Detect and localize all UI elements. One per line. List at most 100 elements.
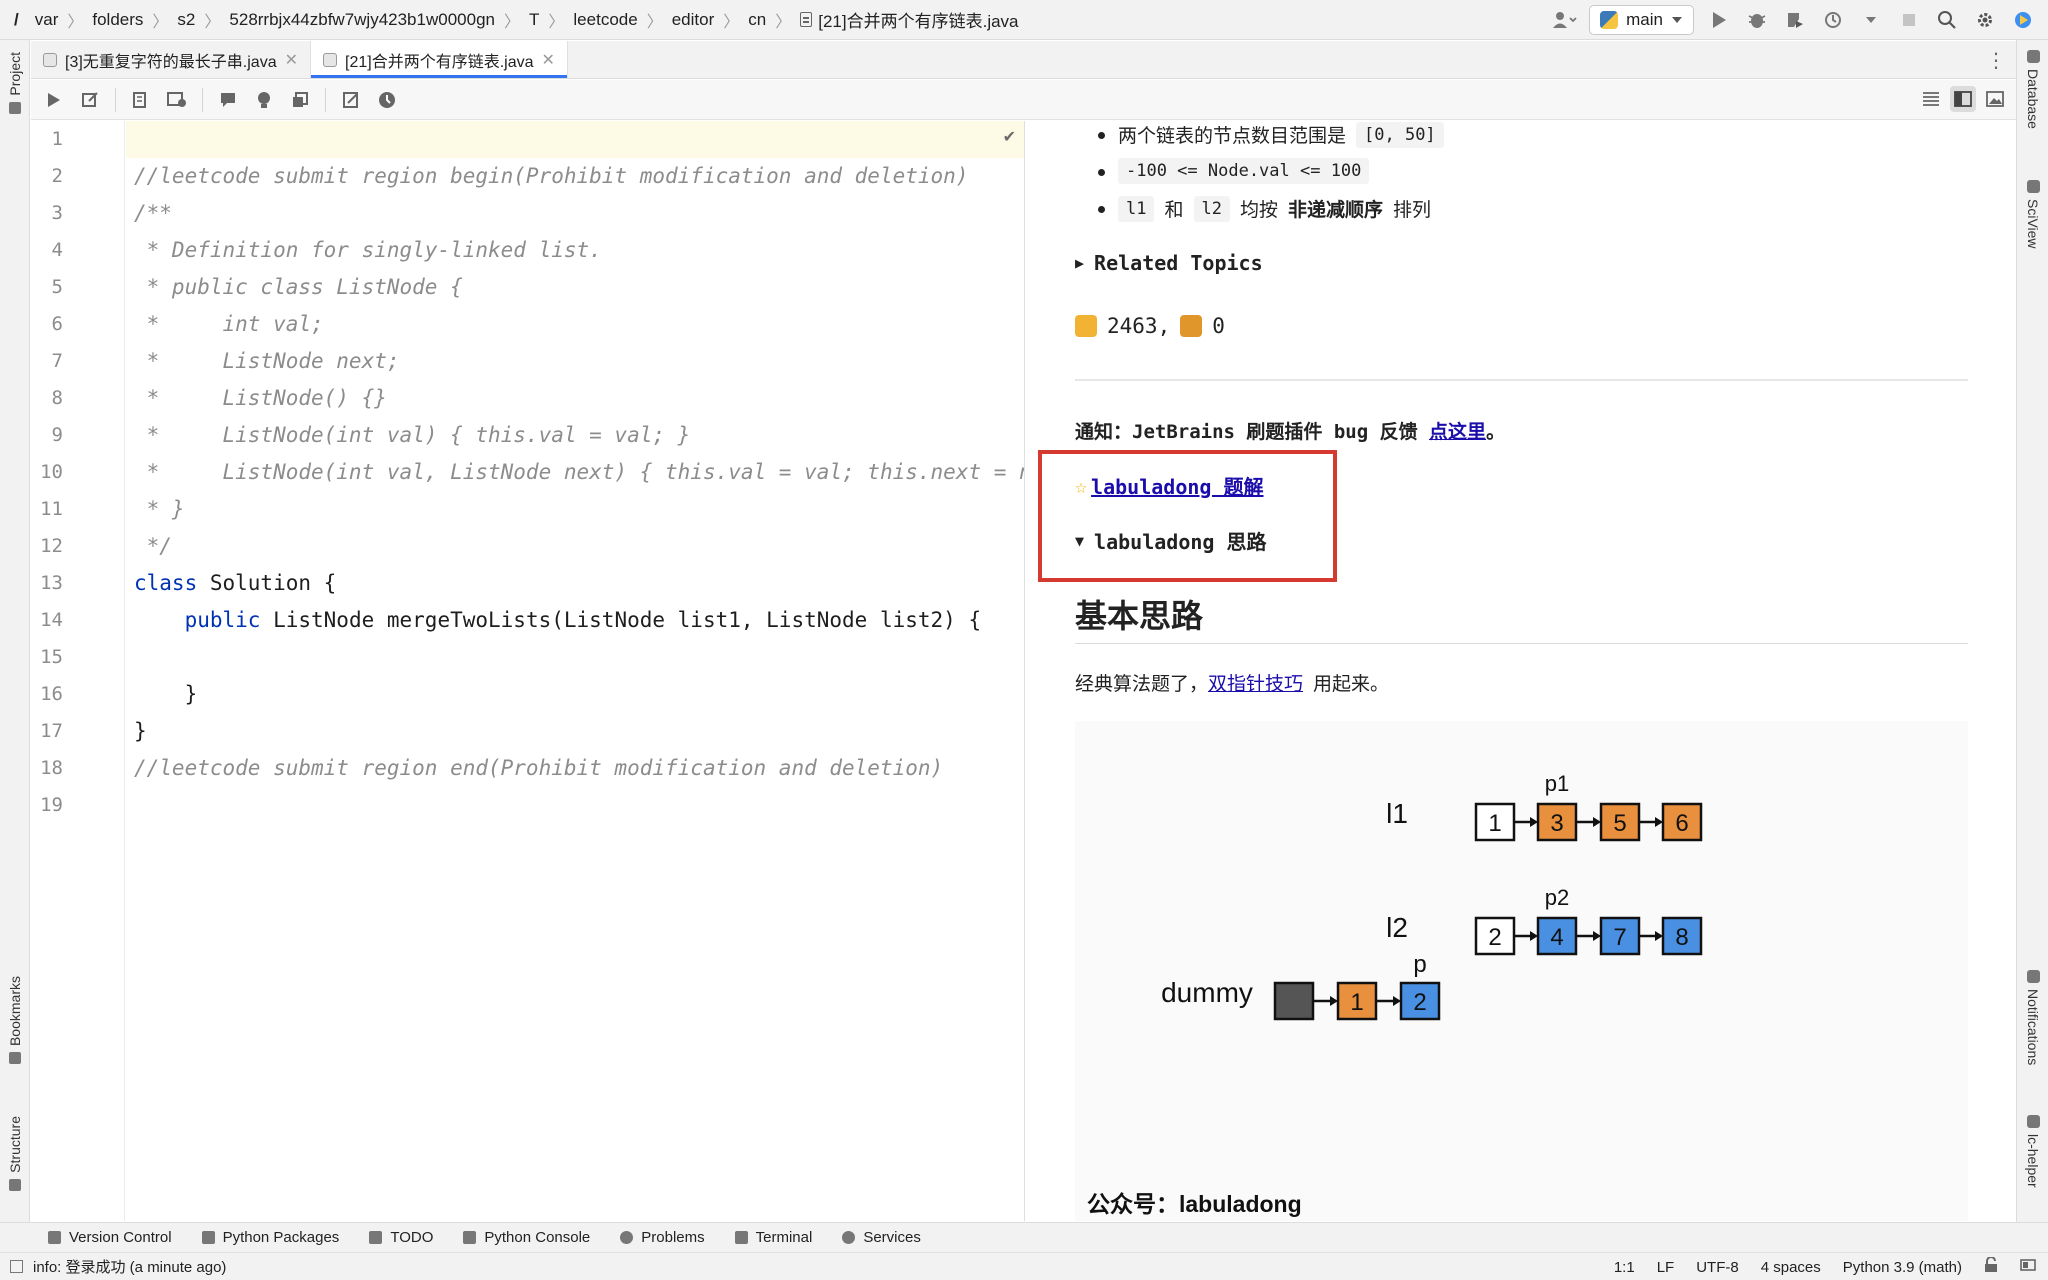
layout-icon[interactable] — [10, 1260, 23, 1273]
line-number[interactable]: 18 — [31, 750, 63, 787]
line-number[interactable]: 15 — [31, 639, 63, 676]
code-line[interactable]: //leetcode submit region begin(Prohibit … — [134, 158, 968, 195]
code-line[interactable]: * ListNode() {} — [134, 380, 387, 417]
breadcrumb-item-folders[interactable]: folders — [92, 10, 143, 30]
code-line[interactable]: * ListNode(int val) { this.val = val; } — [134, 417, 691, 454]
breadcrumb-item-hash[interactable]: 528rrbjx44zbfw7wjy423b1w0000gn — [229, 10, 495, 30]
python-interpreter[interactable]: Python 3.9 (math) — [1843, 1259, 1962, 1276]
notice-link[interactable]: 点这里 — [1429, 421, 1486, 443]
split-view-icon[interactable] — [1950, 86, 1976, 112]
line-number[interactable]: 2 — [31, 158, 63, 195]
todo-button[interactable]: TODO — [369, 1229, 433, 1246]
more-run-options-chevron-icon[interactable] — [1858, 7, 1884, 33]
database-tool-button[interactable]: Database — [2017, 50, 2048, 129]
sciview-tool-button[interactable]: SciView — [2017, 180, 2048, 249]
two-pointer-link[interactable]: 双指针技巧 — [1208, 674, 1303, 695]
close-icon[interactable]: ✕ — [542, 50, 555, 70]
comment-icon[interactable] — [215, 87, 241, 113]
coverage-icon[interactable] — [1782, 7, 1808, 33]
breadcrumb-root[interactable]: / — [14, 10, 19, 30]
problems-button[interactable]: Problems — [620, 1229, 705, 1246]
run-icon[interactable] — [1706, 7, 1732, 33]
edit-note-icon[interactable] — [338, 87, 364, 113]
memory-indicator-icon[interactable] — [2020, 1257, 2036, 1277]
line-number[interactable]: 3 — [31, 195, 63, 232]
code-line[interactable]: * } — [134, 491, 185, 528]
project-tool-button[interactable]: Project — [0, 46, 30, 114]
file-encoding[interactable]: UTF-8 — [1696, 1259, 1739, 1276]
line-number[interactable]: 14 — [31, 602, 63, 639]
plugin-logo-icon[interactable] — [2010, 7, 2036, 33]
notifications-tool-button[interactable]: Notifications — [2017, 970, 2048, 1065]
timer-icon[interactable] — [374, 87, 400, 113]
code-line[interactable]: public ListNode mergeTwoLists(ListNode l… — [134, 602, 982, 639]
line-number[interactable]: 6 — [31, 306, 63, 343]
status-message[interactable]: info: 登录成功 (a minute ago) — [33, 1256, 226, 1277]
line-number[interactable]: 12 — [31, 528, 63, 565]
structure-tool-button[interactable]: Structure — [0, 1110, 30, 1191]
breadcrumb-item-cn[interactable]: cn — [748, 10, 766, 30]
hint-bulb-icon[interactable] — [251, 87, 277, 113]
tab-merge-two-lists[interactable]: [21]合并两个有序链表.java ✕ — [311, 41, 568, 78]
caret-position[interactable]: 1:1 — [1614, 1259, 1635, 1276]
user-icon[interactable] — [1551, 7, 1577, 33]
services-button[interactable]: Services — [842, 1229, 921, 1246]
submit-icon[interactable] — [77, 87, 103, 113]
preview-only-view-icon[interactable] — [1982, 86, 2008, 112]
line-number[interactable]: 9 — [31, 417, 63, 454]
line-number[interactable]: 13 — [31, 565, 63, 602]
line-number[interactable]: 11 — [31, 491, 63, 528]
close-icon[interactable]: ✕ — [285, 50, 298, 70]
code-line[interactable]: //leetcode submit region end(Prohibit mo… — [134, 750, 943, 787]
debug-icon[interactable] — [1744, 7, 1770, 33]
line-number[interactable]: 16 — [31, 676, 63, 713]
description-icon[interactable] — [128, 87, 154, 113]
line-number[interactable]: 1 — [31, 121, 63, 158]
breadcrumb-item-leetcode[interactable]: leetcode — [573, 10, 637, 30]
breadcrumb-item-t[interactable]: T — [529, 10, 539, 30]
search-icon[interactable] — [1934, 7, 1960, 33]
settings-gear-icon[interactable] — [1972, 7, 1998, 33]
code-editor[interactable]: ✔ //leetcode submit region begin(Prohibi… — [126, 121, 1024, 1221]
code-line[interactable]: * int val; — [134, 306, 324, 343]
code-line[interactable]: * Definition for singly-linked list. — [134, 232, 602, 269]
bookmarks-tool-button[interactable]: Bookmarks — [0, 970, 30, 1065]
code-line[interactable]: * ListNode(int val, ListNode next) { thi… — [134, 454, 1024, 491]
lock-icon[interactable] — [1984, 1256, 1998, 1277]
code-line[interactable]: /** — [134, 195, 172, 232]
thumbs-down-icon[interactable] — [1180, 315, 1203, 337]
line-number[interactable]: 17 — [31, 713, 63, 750]
run-code-icon[interactable] — [41, 87, 67, 113]
line-number[interactable]: 5 — [31, 269, 63, 306]
breadcrumb-item-var[interactable]: var — [35, 10, 59, 30]
code-line[interactable]: */ — [134, 528, 172, 565]
line-number[interactable]: 19 — [31, 787, 63, 824]
profile-icon[interactable] — [1820, 7, 1846, 33]
indent-setting[interactable]: 4 spaces — [1761, 1259, 1821, 1276]
labuladong-solution-link[interactable]: ☆ labuladong 题解 — [1075, 471, 1264, 500]
breadcrumb-item-file[interactable]: [21]合并两个有序链表.java — [818, 7, 1018, 32]
python-console-button[interactable]: Python Console — [463, 1229, 590, 1246]
code-line[interactable]: } — [134, 676, 198, 713]
code-line[interactable]: * ListNode next; — [134, 343, 400, 380]
line-number[interactable]: 4 — [31, 232, 63, 269]
code-line[interactable]: class Solution { — [134, 565, 336, 602]
lc-helper-tool-button[interactable]: lc-helper — [2017, 1115, 2048, 1188]
copy-icon[interactable] — [287, 87, 313, 113]
stop-icon[interactable] — [1896, 7, 1922, 33]
breadcrumb-item-s2[interactable]: s2 — [177, 10, 195, 30]
line-number[interactable]: 8 — [31, 380, 63, 417]
tab-longest-substring[interactable]: [3]无重复字符的最长子串.java ✕ — [31, 41, 311, 78]
related-topics-toggle[interactable]: ▶ Related Topics — [1075, 251, 1263, 275]
editor-only-view-icon[interactable] — [1918, 86, 1944, 112]
version-control-button[interactable]: Version Control — [48, 1229, 172, 1246]
code-line[interactable]: } — [134, 713, 147, 750]
terminal-button[interactable]: Terminal — [734, 1229, 812, 1246]
labuladong-idea-toggle[interactable]: ▼ labuladong 思路 — [1075, 526, 1266, 555]
inspection-ok-check-icon[interactable]: ✔ — [1003, 127, 1016, 147]
line-number[interactable]: 10 — [31, 454, 63, 491]
thumbs-up-icon[interactable] — [1075, 315, 1097, 337]
submissions-icon[interactable] — [164, 87, 190, 113]
code-line[interactable]: * public class ListNode { — [134, 269, 463, 306]
python-packages-button[interactable]: Python Packages — [201, 1229, 339, 1246]
